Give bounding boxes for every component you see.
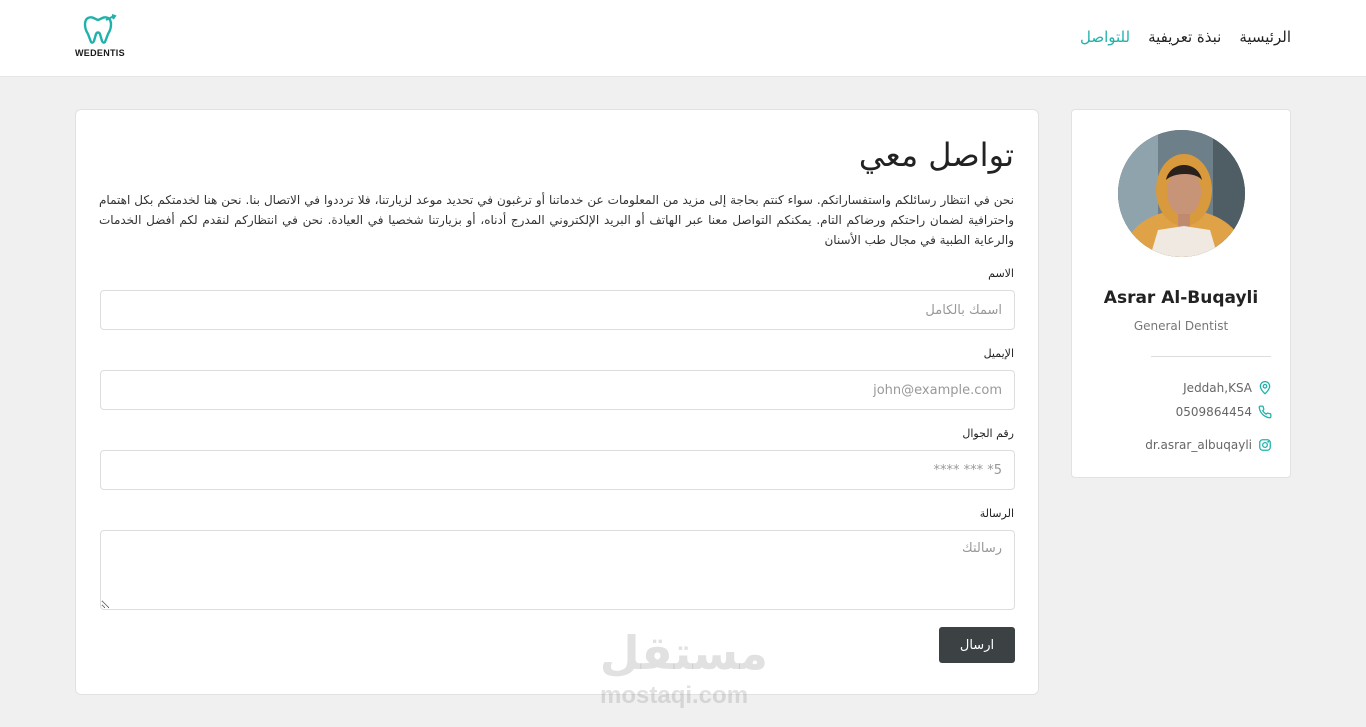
contact-form-card: تواصل معي نحن في انتظار رسائلكم واستفسار… bbox=[75, 109, 1039, 695]
logo-text: WEDENTIS bbox=[75, 48, 125, 58]
site-header: WEDENTIS الرئيسية نبذة تعريفية للتواصل bbox=[0, 0, 1366, 77]
contact-phone[interactable]: 0509864454 bbox=[1176, 405, 1272, 419]
nav-item-contact[interactable]: للتواصل bbox=[1080, 28, 1130, 46]
profile-card: Asrar Al-Buqayli General Dentist Jeddah,… bbox=[1071, 109, 1291, 478]
map-pin-icon bbox=[1259, 381, 1271, 395]
main-nav: الرئيسية نبذة تعريفية للتواصل bbox=[1080, 28, 1291, 46]
email-label: الإيميل bbox=[983, 347, 1014, 360]
profile-divider bbox=[1151, 356, 1271, 357]
phone-input[interactable] bbox=[100, 450, 1015, 490]
phone-icon bbox=[1258, 405, 1272, 419]
name-label: الاسم bbox=[988, 267, 1014, 280]
instagram-text[interactable]: dr.asrar_albuqayli bbox=[1145, 438, 1252, 452]
nav-item-about[interactable]: نبذة تعريفية bbox=[1148, 28, 1221, 46]
message-textarea[interactable] bbox=[100, 530, 1015, 610]
tooth-logo-icon bbox=[83, 14, 117, 44]
phone-text[interactable]: 0509864454 bbox=[1176, 405, 1252, 419]
profile-name: Asrar Al-Buqayli bbox=[1103, 288, 1259, 308]
phone-label: رقم الجوال bbox=[962, 427, 1014, 440]
page-title: تواصل معي bbox=[858, 136, 1014, 174]
email-input[interactable] bbox=[100, 370, 1015, 410]
wedentis-logo[interactable]: WEDENTIS bbox=[72, 14, 128, 60]
contact-instagram[interactable]: dr.asrar_albuqayli bbox=[1145, 438, 1272, 452]
submit-button[interactable]: ارسال bbox=[939, 627, 1015, 663]
contact-location: Jeddah,KSA bbox=[1183, 381, 1272, 395]
nav-item-home[interactable]: الرئيسية bbox=[1239, 28, 1291, 46]
location-text: Jeddah,KSA bbox=[1183, 381, 1252, 395]
intro-text: نحن في انتظار رسائلكم واستفساراتكم. سواء… bbox=[99, 193, 1014, 247]
avatar bbox=[1118, 130, 1245, 257]
name-input[interactable] bbox=[100, 290, 1015, 330]
message-label: الرسالة bbox=[979, 507, 1014, 520]
profile-role: General Dentist bbox=[1133, 319, 1229, 333]
instagram-icon bbox=[1259, 439, 1271, 451]
